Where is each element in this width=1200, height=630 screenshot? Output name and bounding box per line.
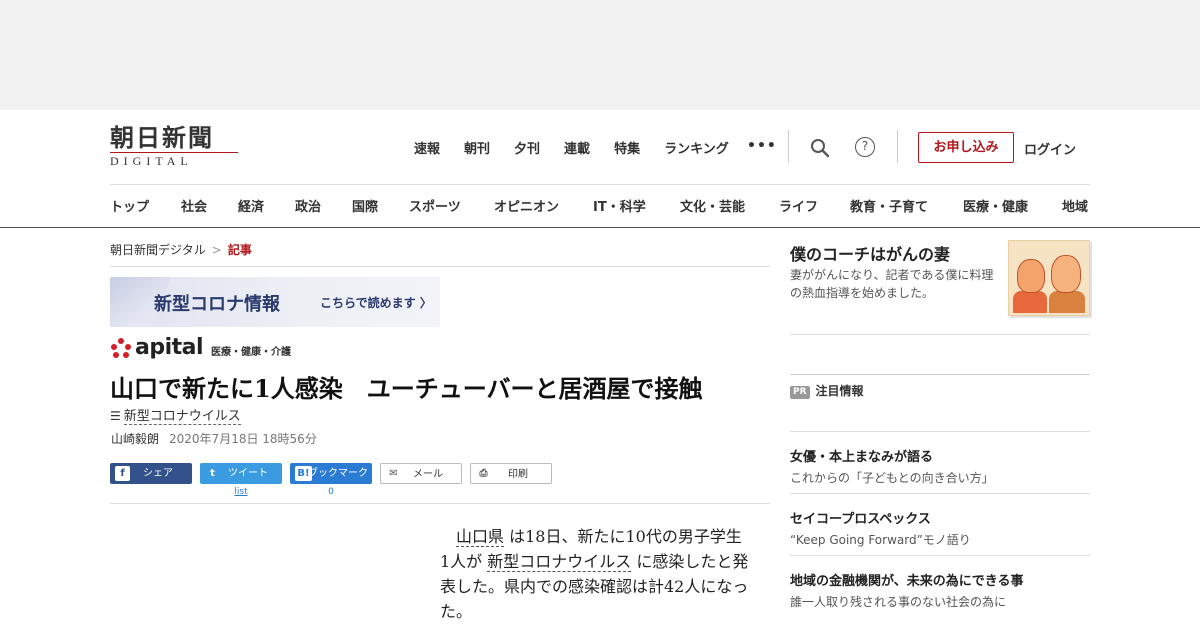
feature-description: 妻ががんになり、記者である僕に料理の熱血指導を始めました。	[790, 268, 994, 300]
category-it-science[interactable]: IT・科学	[593, 196, 680, 215]
hatena-bookmark-button[interactable]: B! ブックマーク	[290, 463, 372, 484]
header-divider	[788, 130, 789, 163]
apital-dots-icon	[110, 337, 132, 359]
byline: 山崎毅朗 2020年7月18日 18時56分	[111, 430, 317, 447]
breadcrumb: 朝日新聞デジタル > 記事	[110, 241, 252, 258]
keyword-link-coronavirus[interactable]: 新型コロナウイルス	[487, 552, 632, 572]
topic-link[interactable]: ☰ 新型コロナウイルス	[110, 405, 241, 425]
breadcrumb-current: 記事	[227, 243, 252, 257]
breadcrumb-divider	[110, 266, 770, 267]
category-politics[interactable]: 政治	[295, 196, 352, 215]
promo-subtitle[interactable]: 誰一人取り残される事のない社会の為に	[790, 593, 1006, 610]
sidebar-divider	[790, 374, 1090, 375]
topic-label: 新型コロナウイルス	[123, 409, 241, 425]
mail-share-label: メール	[413, 469, 443, 480]
category-education[interactable]: 教育・子育て	[850, 196, 963, 215]
category-society[interactable]: 社会	[181, 196, 238, 215]
pr-section-heading: PR 注目情報	[790, 382, 864, 399]
logo-sub-text: DIGITAL	[110, 152, 238, 169]
hatena-count: 0	[328, 487, 334, 497]
search-icon[interactable]	[810, 138, 830, 158]
apital-logo[interactable]: apital 医療・健康・介護	[110, 337, 291, 359]
keyword-link-yamaguchi[interactable]: 山口県	[456, 527, 505, 547]
promo-title[interactable]: セイコープロスペックス	[790, 508, 931, 527]
category-opinion[interactable]: オピニオン	[494, 196, 593, 215]
twitter-share-button[interactable]: t ツイート	[200, 463, 282, 484]
apital-wordmark: apital	[135, 335, 204, 360]
sidebar-divider	[790, 334, 1090, 335]
category-sports[interactable]: スポーツ	[409, 196, 494, 215]
header-divider	[897, 130, 898, 163]
corona-info-banner[interactable]: 新型コロナ情報 こちらで読めます 〉	[110, 277, 440, 327]
twitter-count[interactable]: list	[200, 487, 282, 497]
publish-date: 2020年7月18日 18時56分	[169, 432, 317, 446]
list-icon: ☰	[110, 409, 121, 423]
promo-title[interactable]: 地域の金融機関が、未来の為にできる事	[790, 570, 1023, 589]
breadcrumb-home[interactable]: 朝日新聞デジタル	[110, 243, 206, 257]
top-nav-sokuho[interactable]: 速報	[414, 138, 440, 157]
help-icon[interactable]: ?	[855, 137, 875, 157]
promo-divider	[790, 493, 1090, 494]
promo-subtitle[interactable]: “Keep Going Forward”モノ語り	[790, 531, 971, 548]
pr-heading: 注目情報	[815, 384, 864, 398]
twitter-share-label: ツイート	[228, 468, 268, 479]
hatena-bookmark-label: ブックマーク	[308, 468, 368, 479]
subscribe-button[interactable]: お申し込み	[918, 132, 1014, 163]
feature-illustration[interactable]	[1008, 240, 1090, 316]
apital-tagline: 医療・健康・介護	[211, 347, 292, 358]
category-life[interactable]: ライフ	[779, 196, 850, 215]
category-top[interactable]: トップ	[110, 196, 181, 215]
category-region[interactable]: 地域	[1062, 196, 1088, 215]
promo-divider	[790, 555, 1090, 556]
breadcrumb-separator: >	[211, 243, 222, 257]
article-body: 山口県 は18日、新たに10代の男子学生1人が 新型コロナウイルス に感染したと…	[440, 524, 752, 624]
category-health[interactable]: 医療・健康	[963, 196, 1062, 215]
print-button[interactable]: ⎙ 印刷	[470, 463, 552, 484]
banner-title: 新型コロナ情報	[154, 294, 280, 315]
login-link[interactable]: ログイン	[1024, 139, 1076, 158]
ad-placeholder	[0, 0, 1200, 110]
top-nav-rensai[interactable]: 連載	[564, 138, 590, 157]
print-label: 印刷	[508, 469, 528, 480]
article-title: 山口で新たに1人感染 ユーチューバーと居酒屋で接触	[110, 374, 703, 403]
feature-title[interactable]: 僕のコーチはがんの妻	[790, 241, 950, 265]
category-culture[interactable]: 文化・芸能	[680, 196, 779, 215]
top-nav-yukan[interactable]: 夕刊	[514, 138, 540, 157]
more-icon[interactable]: •••	[747, 138, 777, 154]
author-name[interactable]: 山崎毅朗	[111, 432, 159, 446]
header-inner-divider	[110, 184, 1090, 185]
top-nav: 速報 朝刊 夕刊 連載 特集 ランキング	[414, 138, 753, 157]
category-nav: トップ 社会 経済 政治 国際 スポーツ オピニオン IT・科学 文化・芸能 ラ…	[110, 196, 1110, 215]
promo-subtitle[interactable]: これからの「子どもとの向き合い方」	[790, 469, 994, 486]
top-nav-tokushu[interactable]: 特集	[614, 138, 640, 157]
top-nav-ranking[interactable]: ランキング	[664, 138, 729, 157]
banner-cta: こちらで読めます 〉	[320, 296, 432, 310]
pr-badge: PR	[790, 386, 810, 399]
logo-main-text: 朝日新聞	[110, 123, 214, 152]
site-logo[interactable]: 朝日新聞 DIGITAL	[110, 124, 242, 168]
sidebar-divider	[790, 431, 1090, 432]
facebook-share-button[interactable]: f シェア	[110, 463, 192, 484]
category-economy[interactable]: 経済	[238, 196, 295, 215]
mail-share-button[interactable]: ✉ メール	[380, 463, 462, 484]
site-header: 朝日新聞 DIGITAL 速報 朝刊 夕刊 連載 特集 ランキング ••• ? …	[0, 110, 1200, 228]
promo-title[interactable]: 女優・本上まなみが語る	[790, 446, 933, 465]
share-divider	[110, 503, 770, 504]
top-nav-choukan[interactable]: 朝刊	[464, 138, 490, 157]
facebook-share-label: シェア	[143, 468, 173, 479]
category-international[interactable]: 国際	[352, 196, 409, 215]
